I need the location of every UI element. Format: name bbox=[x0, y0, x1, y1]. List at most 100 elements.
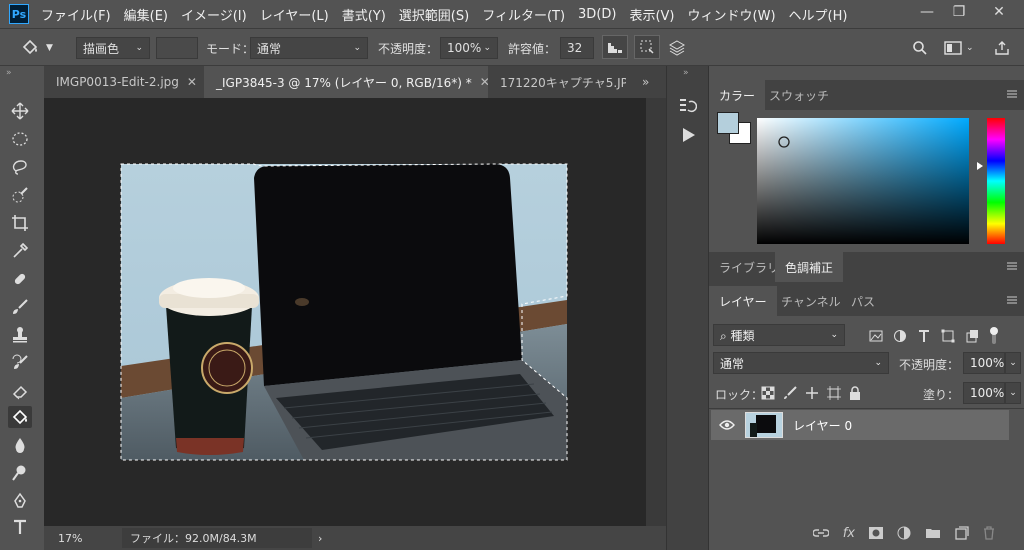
contiguous-toggle[interactable] bbox=[634, 35, 660, 59]
opacity-label: 不透明度： bbox=[378, 41, 439, 56]
pen-tool[interactable] bbox=[8, 490, 32, 512]
hue-slider-handle[interactable] bbox=[977, 162, 983, 170]
blend-mode-select[interactable]: 通常 ⌄ bbox=[250, 37, 368, 59]
layer-row[interactable]: レイヤー 0 bbox=[711, 410, 1009, 440]
eye-icon[interactable] bbox=[719, 419, 735, 431]
blend-mode-value: 通常 bbox=[257, 41, 282, 56]
menu-window[interactable]: ウィンドウ(W) bbox=[688, 5, 776, 24]
hue-slider[interactable] bbox=[985, 118, 1007, 244]
eyedropper-tool[interactable] bbox=[8, 240, 32, 262]
move-tool[interactable] bbox=[8, 100, 32, 122]
pattern-picker[interactable] bbox=[156, 37, 198, 59]
tab-adjustments[interactable]: 色調補正 bbox=[775, 252, 844, 282]
new-group-icon[interactable] bbox=[925, 527, 941, 539]
canvas-area[interactable] bbox=[44, 98, 646, 526]
adjustment-filter-icon[interactable] bbox=[893, 329, 907, 343]
filter-toggle-icon[interactable] bbox=[989, 326, 999, 346]
paint-bucket-tool[interactable] bbox=[8, 406, 32, 428]
color-field[interactable] bbox=[757, 118, 969, 244]
menu-layer[interactable]: レイヤー(L) bbox=[260, 5, 329, 24]
document-canvas[interactable] bbox=[44, 98, 646, 526]
tab-color[interactable]: カラー bbox=[709, 80, 766, 110]
panel-menu-icon bbox=[1007, 296, 1017, 304]
shape-filter-icon[interactable] bbox=[941, 329, 955, 343]
menu-select[interactable]: 選択範囲(S) bbox=[399, 5, 469, 24]
history-brush-tool[interactable] bbox=[8, 352, 32, 374]
menu-view[interactable]: 表示(V) bbox=[629, 5, 674, 24]
tab-imgp0013[interactable]: IMGP0013-Edit-2.jpg ✕ bbox=[44, 66, 204, 98]
close-window-button[interactable]: ✕ bbox=[980, 2, 1018, 22]
eraser-tool[interactable] bbox=[8, 380, 32, 402]
share-button[interactable] bbox=[994, 37, 1014, 59]
marquee-tool[interactable] bbox=[8, 128, 32, 150]
menu-file[interactable]: ファイル(F) bbox=[41, 5, 111, 24]
zoom-level[interactable]: 17% bbox=[58, 532, 98, 545]
tab-swatches[interactable]: スウォッチ bbox=[759, 80, 839, 110]
tolerance-field[interactable]: 32 bbox=[560, 37, 594, 59]
fill-field[interactable]: 100% bbox=[963, 382, 1005, 404]
tab-channels[interactable]: チャンネル bbox=[771, 286, 851, 316]
lock-all-icon[interactable] bbox=[849, 386, 861, 400]
foreground-color-swatch[interactable] bbox=[717, 112, 739, 134]
vertical-scrollbar[interactable] bbox=[646, 98, 666, 526]
share-icon bbox=[995, 41, 1009, 55]
collapse-icon[interactable]: » bbox=[6, 68, 12, 78]
healing-tool[interactable] bbox=[8, 268, 32, 290]
history-panel-button[interactable] bbox=[677, 96, 699, 118]
tab-igp3845[interactable]: _IGP3845-3 @ 17% (レイヤー 0, RGB/16*) * ✕ bbox=[204, 66, 488, 98]
actions-panel-button[interactable] bbox=[679, 126, 699, 146]
opacity-value: 100% bbox=[447, 41, 482, 55]
menu-type[interactable]: 書式(Y) bbox=[342, 5, 386, 24]
new-adjustment-layer-icon[interactable] bbox=[897, 526, 911, 540]
lock-artboard-icon[interactable] bbox=[827, 386, 841, 400]
smart-object-filter-icon[interactable] bbox=[965, 329, 979, 343]
brush-tool[interactable] bbox=[8, 296, 32, 318]
close-icon[interactable]: ✕ bbox=[187, 75, 197, 89]
lock-transparency-icon[interactable] bbox=[761, 386, 775, 400]
fx-icon[interactable]: fx bbox=[843, 526, 855, 541]
image-filter-icon[interactable] bbox=[869, 329, 883, 343]
type-filter-icon[interactable] bbox=[917, 329, 931, 343]
tool-preset-picker[interactable]: ▼ bbox=[20, 37, 60, 59]
menu-help[interactable]: ヘルプ(H) bbox=[789, 5, 848, 24]
tab-layers[interactable]: レイヤー bbox=[709, 286, 777, 316]
fill-dropdown[interactable]: ⌄ bbox=[1005, 382, 1021, 404]
blur-tool[interactable] bbox=[8, 434, 32, 456]
menu-filter[interactable]: フィルター(T) bbox=[482, 5, 565, 24]
restore-button[interactable]: ❐ bbox=[940, 2, 978, 22]
search-button[interactable] bbox=[912, 37, 932, 59]
tab-paths[interactable]: パス bbox=[841, 286, 885, 316]
quick-select-tool[interactable] bbox=[8, 184, 32, 206]
close-icon[interactable]: ✕ bbox=[480, 75, 488, 89]
paint-bucket-icon bbox=[22, 39, 38, 55]
dodge-tool[interactable] bbox=[8, 462, 32, 484]
lock-position-icon[interactable] bbox=[805, 386, 819, 400]
fill-source-select[interactable]: 描画色 ⌄ bbox=[76, 37, 150, 59]
type-tool[interactable] bbox=[8, 516, 32, 538]
menu-edit[interactable]: 編集(E) bbox=[124, 5, 168, 24]
lock-pixels-icon[interactable] bbox=[783, 386, 797, 400]
layer-filter-select[interactable]: ⌕ 種類 ⌄ bbox=[713, 324, 845, 346]
link-layers-icon[interactable] bbox=[812, 528, 829, 538]
add-mask-icon[interactable] bbox=[869, 527, 883, 539]
layer-name[interactable]: レイヤー 0 bbox=[793, 417, 852, 434]
stamp-tool[interactable] bbox=[8, 324, 32, 346]
color-panel-tabs: カラー スウォッチ bbox=[709, 80, 1024, 110]
menu-3d[interactable]: 3D(D) bbox=[578, 7, 616, 22]
anti-alias-toggle[interactable] bbox=[602, 35, 628, 59]
crop-tool[interactable] bbox=[8, 212, 32, 234]
layer-opacity-field[interactable]: 100% bbox=[963, 352, 1005, 374]
layer-opacity-dropdown[interactable]: ⌄ bbox=[1005, 352, 1021, 374]
lasso-tool[interactable] bbox=[8, 156, 32, 178]
tabs-overflow-button[interactable]: » bbox=[634, 66, 664, 98]
opacity-field[interactable]: 100% ⌄ bbox=[440, 37, 498, 59]
expand-icon[interactable]: » bbox=[683, 68, 689, 78]
layer-blend-mode-select[interactable]: 通常 ⌄ bbox=[713, 352, 889, 374]
status-menu-arrow[interactable]: › bbox=[318, 532, 322, 545]
delete-layer-icon[interactable] bbox=[983, 526, 995, 540]
all-layers-toggle[interactable] bbox=[668, 37, 690, 59]
menu-image[interactable]: イメージ(I) bbox=[181, 5, 247, 24]
new-layer-icon[interactable] bbox=[955, 526, 969, 540]
workspace-switcher[interactable]: ⌄ bbox=[944, 37, 984, 59]
tab-capture5[interactable]: 171220キャプチャ5.JPG bbox=[488, 66, 626, 98]
